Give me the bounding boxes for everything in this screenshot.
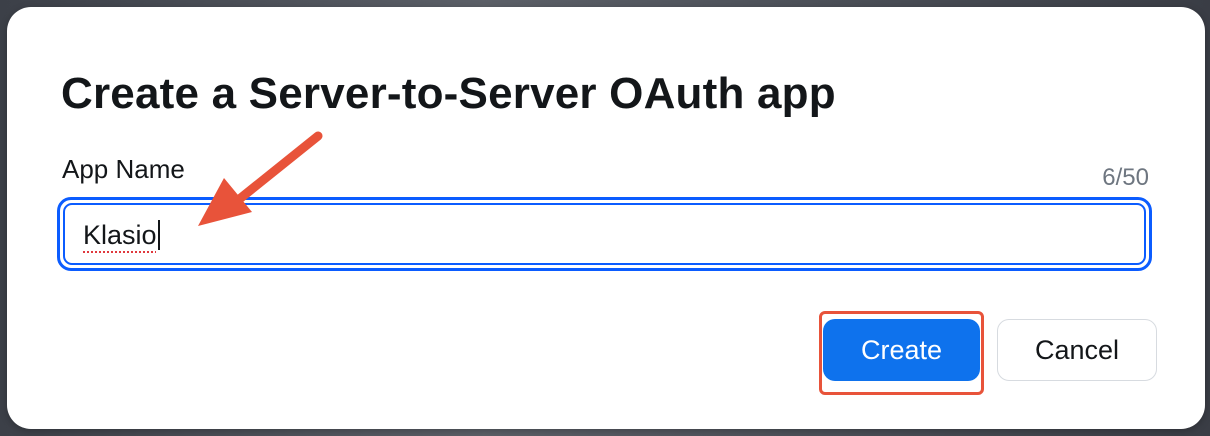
cancel-button[interactable]: Cancel (997, 319, 1157, 381)
app-name-label: App Name (62, 154, 185, 184)
text-caret (157, 220, 160, 250)
app-name-text: Klasio (83, 220, 157, 250)
app-name-value: Klasio (83, 220, 160, 251)
create-app-dialog: Create a Server-to-Server OAuth app App … (7, 7, 1205, 429)
dialog-title: Create a Server-to-Server OAuth app (61, 69, 836, 118)
character-counter: 6/50 (1102, 164, 1149, 191)
app-name-input[interactable]: Klasio (57, 197, 1152, 271)
app-name-input-field[interactable]: Klasio (63, 203, 1146, 265)
create-button[interactable]: Create (823, 319, 980, 381)
